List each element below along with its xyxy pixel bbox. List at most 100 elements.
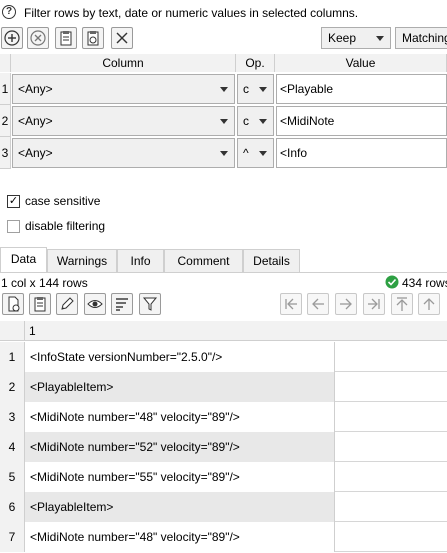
sort-button[interactable] [111, 293, 133, 315]
table-row[interactable]: 1 <InfoState versionNumber="2.5.0"/> [0, 342, 447, 372]
table-cell[interactable]: <MidiNote number="55" velocity="89"/> [25, 462, 335, 492]
disable-filtering-label: disable filtering [25, 219, 106, 233]
add-filter-button[interactable] [1, 27, 23, 49]
table-row[interactable]: 7 <MidiNote number="48" velocity="89"/> [0, 522, 447, 552]
table-row-number: 7 [0, 522, 25, 552]
move-up-button[interactable] [418, 293, 440, 315]
case-sensitive-checkbox[interactable]: ✓ [7, 195, 20, 208]
arrow-right-icon [340, 298, 352, 310]
paste-special-button[interactable] [82, 27, 104, 49]
filter-value-input[interactable]: <Playable [276, 74, 447, 104]
paste-table-button[interactable] [29, 293, 51, 315]
table-row-number: 5 [0, 462, 25, 492]
table-cell[interactable]: <PlayableItem> [25, 372, 335, 402]
table-row[interactable]: 2 <PlayableItem> [0, 372, 447, 402]
chevron-down-icon [220, 151, 228, 156]
matching-select[interactable]: Matching [395, 27, 447, 49]
last-row-button[interactable] [363, 293, 385, 315]
table-row[interactable]: 6 <PlayableItem> [0, 492, 447, 522]
filter-value-input[interactable]: <Info [276, 138, 447, 168]
filter-op-select[interactable]: c [237, 106, 274, 136]
view-button[interactable] [84, 293, 106, 315]
new-document-icon [8, 296, 20, 312]
filter-op-value: c [243, 114, 249, 128]
matching-select-value: Matching [402, 31, 447, 45]
next-row-button[interactable] [335, 293, 357, 315]
value-header: Value [275, 54, 447, 72]
first-icon [285, 298, 297, 310]
grid-corner [0, 54, 11, 72]
disable-filtering-checkbox[interactable] [7, 220, 20, 233]
paste-filter-button[interactable] [55, 27, 77, 49]
table-cell[interactable]: <MidiNote number="48" velocity="89"/> [25, 402, 335, 432]
filter-row-number: 3 [0, 137, 11, 169]
chevron-down-icon [220, 119, 228, 124]
chevron-down-icon [259, 119, 267, 124]
table-dimensions: 1 col x 144 rows [1, 276, 88, 290]
filter-column-value: <Any> [18, 146, 53, 160]
filter-column-select[interactable]: <Any> [12, 138, 235, 168]
clipboard-icon [34, 297, 46, 312]
table-cell[interactable]: <InfoState versionNumber="2.5.0"/> [25, 342, 335, 372]
keep-select[interactable]: Keep [321, 27, 391, 49]
column-header: Column [11, 54, 236, 72]
chevron-down-icon [376, 36, 384, 41]
table-row-number: 3 [0, 402, 25, 432]
table-row-number: 2 [0, 372, 25, 402]
close-button[interactable] [111, 27, 133, 49]
chevron-down-icon [220, 87, 228, 92]
tab-details[interactable]: Details [243, 249, 300, 272]
filter-op-value: c [243, 82, 249, 96]
filter-op-select[interactable]: c [237, 74, 274, 104]
op-header: Op. [236, 54, 275, 72]
keep-select-value: Keep [328, 31, 357, 45]
table-cell[interactable]: <PlayableItem> [25, 492, 335, 522]
case-sensitive-label: case sensitive [25, 194, 101, 208]
chevron-down-icon [259, 87, 267, 92]
filter-column-select[interactable]: <Any> [12, 106, 235, 136]
filter-icon [142, 297, 158, 311]
pencil-icon [61, 297, 74, 310]
tab-data[interactable]: Data [0, 247, 47, 273]
move-top-button[interactable] [391, 293, 413, 315]
table-row-number: 1 [0, 342, 25, 372]
table-row-number: 4 [0, 432, 25, 462]
filter-row-number: 1 [0, 73, 11, 105]
table-cell[interactable]: <MidiNote number="48" velocity="89"/> [25, 522, 335, 552]
remove-filter-button[interactable] [27, 27, 49, 49]
table-column-header[interactable]: 1 [25, 321, 447, 341]
new-document-button[interactable] [2, 293, 24, 315]
table-row-number: 6 [0, 492, 25, 522]
filter-value-input[interactable]: <MidiNote [276, 106, 447, 136]
last-icon [368, 298, 380, 310]
table-cell[interactable]: <MidiNote number="52" velocity="89"/> [25, 432, 335, 462]
filter-op-value: ^ [243, 146, 249, 160]
first-row-button[interactable] [280, 293, 302, 315]
filter-column-value: <Any> [18, 114, 53, 128]
checkmark-icon: ✓ [8, 195, 19, 207]
tab-warnings[interactable]: Warnings [47, 249, 117, 272]
filter-column-select[interactable]: <Any> [12, 74, 235, 104]
chevron-down-icon [259, 151, 267, 156]
edit-button[interactable] [56, 293, 78, 315]
clipboard-icon [60, 31, 72, 46]
remove-icon [30, 30, 46, 46]
close-icon [116, 32, 128, 44]
previous-row-button[interactable] [307, 293, 329, 315]
top-icon [396, 297, 408, 311]
table-corner [0, 321, 25, 341]
row-count: 434 rows [402, 276, 447, 290]
filter-column-value: <Any> [18, 82, 53, 96]
table-row[interactable]: 4 <MidiNote number="52" velocity="89"/> [0, 432, 447, 462]
arrow-left-icon [312, 298, 324, 310]
help-icon[interactable]: ? [2, 5, 16, 19]
filter-button[interactable] [139, 293, 161, 315]
table-row[interactable]: 5 <MidiNote number="55" velocity="89"/> [0, 462, 447, 492]
table-row[interactable]: 3 <MidiNote number="48" velocity="89"/> [0, 402, 447, 432]
add-icon [4, 30, 20, 46]
filter-op-select[interactable]: ^ [237, 138, 274, 168]
sort-icon [116, 298, 128, 311]
tab-comment[interactable]: Comment [164, 249, 243, 272]
tab-info[interactable]: Info [117, 249, 164, 272]
tab-divider [0, 272, 447, 273]
